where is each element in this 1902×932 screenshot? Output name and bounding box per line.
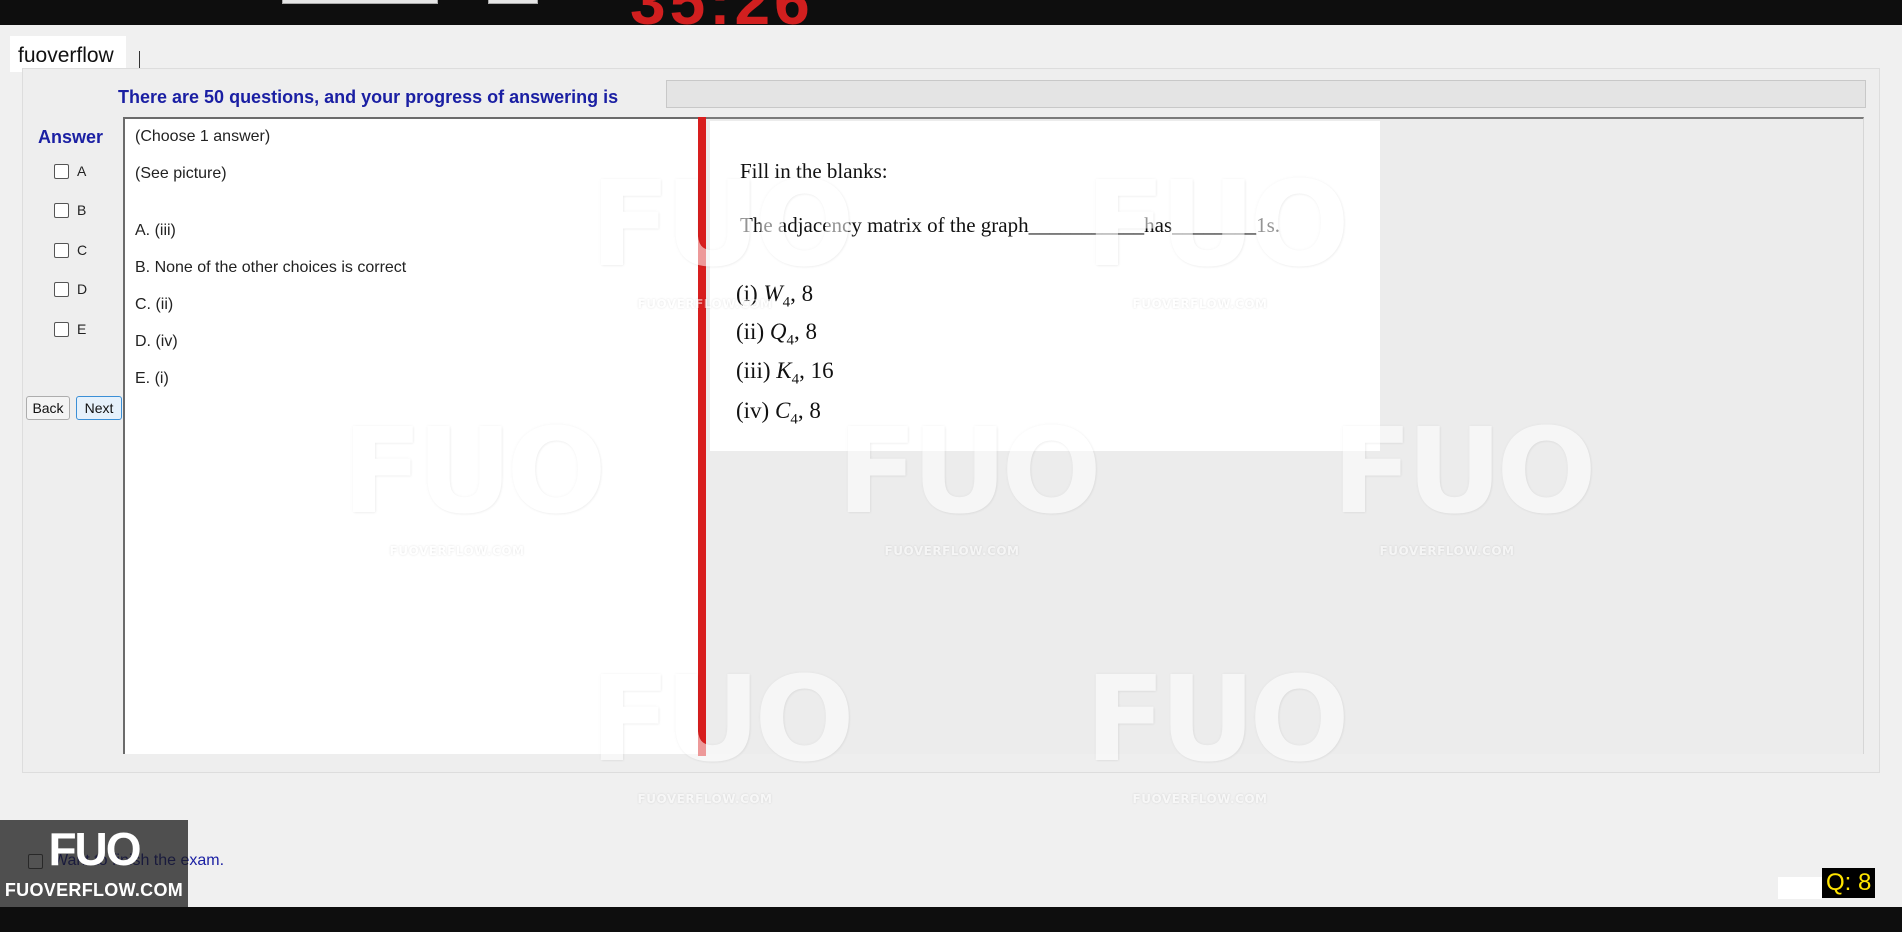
picture-heading: Fill in the blanks: bbox=[740, 159, 888, 183]
answer-option-label: E bbox=[77, 321, 87, 337]
question-text-box[interactable]: (Choose 1 answer) (See picture) A. (iii)… bbox=[123, 117, 701, 754]
question-note: (See picture) bbox=[135, 165, 227, 182]
progress-bar bbox=[666, 80, 1866, 108]
fuo-logo: FUO FUOVERFLOW.COM bbox=[0, 820, 188, 907]
answer-option-c[interactable]: C bbox=[54, 242, 87, 258]
top-bar: 35:26 bbox=[0, 0, 1902, 25]
answer-option-d[interactable]: D bbox=[54, 281, 87, 297]
answer-option-label: D bbox=[77, 281, 88, 297]
answer-option-b[interactable]: B bbox=[54, 202, 86, 218]
picture-item-iv: (iv) C4, 8 bbox=[736, 398, 821, 428]
answer-option-label: B bbox=[77, 202, 87, 218]
checkbox[interactable] bbox=[54, 163, 69, 179]
checkbox[interactable] bbox=[54, 281, 69, 297]
checkbox[interactable] bbox=[54, 242, 69, 258]
question-picture: Fill in the blanks: The adjacency matrix… bbox=[710, 121, 1380, 451]
question-instruction: (Choose 1 answer) bbox=[135, 128, 271, 145]
back-button[interactable]: Back bbox=[26, 396, 70, 420]
choice-a: A. (iii) bbox=[135, 222, 176, 239]
answer-option-a[interactable]: A bbox=[54, 163, 86, 179]
picture-item-i: (i) W4, 8 bbox=[736, 281, 814, 311]
answer-option-label: A bbox=[77, 163, 87, 179]
checkbox[interactable] bbox=[54, 202, 69, 218]
brand-tab[interactable]: fuoverflow bbox=[10, 36, 126, 72]
answer-option-label: C bbox=[77, 242, 88, 258]
answer-title: Answer bbox=[38, 127, 104, 147]
splitter-divider[interactable] bbox=[698, 117, 706, 756]
logo-mark: FUO bbox=[48, 823, 141, 875]
top-dropdown[interactable] bbox=[282, 0, 438, 4]
choice-d: D. (iv) bbox=[135, 333, 178, 350]
text-caret bbox=[139, 51, 140, 68]
bottom-bar bbox=[0, 907, 1902, 932]
next-button[interactable]: Next bbox=[76, 396, 122, 420]
exam-timer: 35:26 bbox=[630, 0, 814, 25]
question-counter: Q: 8 bbox=[1822, 868, 1876, 898]
counter-background bbox=[1778, 877, 1822, 899]
choice-e: E. (i) bbox=[135, 370, 169, 387]
choice-c: C. (ii) bbox=[135, 296, 174, 313]
progress-label: There are 50 questions, and your progres… bbox=[118, 87, 619, 107]
picture-item-iii: (iii) K4, 16 bbox=[736, 358, 834, 388]
logo-text: FUOVERFLOW.COM bbox=[4, 880, 184, 900]
answer-option-e[interactable]: E bbox=[54, 321, 86, 337]
choice-b: B. None of the other choices is correct bbox=[135, 259, 407, 276]
picture-sentence: The adjacency matrix of the graph_______… bbox=[740, 213, 1281, 237]
top-small-control[interactable] bbox=[488, 0, 538, 4]
checkbox[interactable] bbox=[54, 321, 69, 337]
picture-item-ii: (ii) Q4, 8 bbox=[736, 319, 817, 349]
